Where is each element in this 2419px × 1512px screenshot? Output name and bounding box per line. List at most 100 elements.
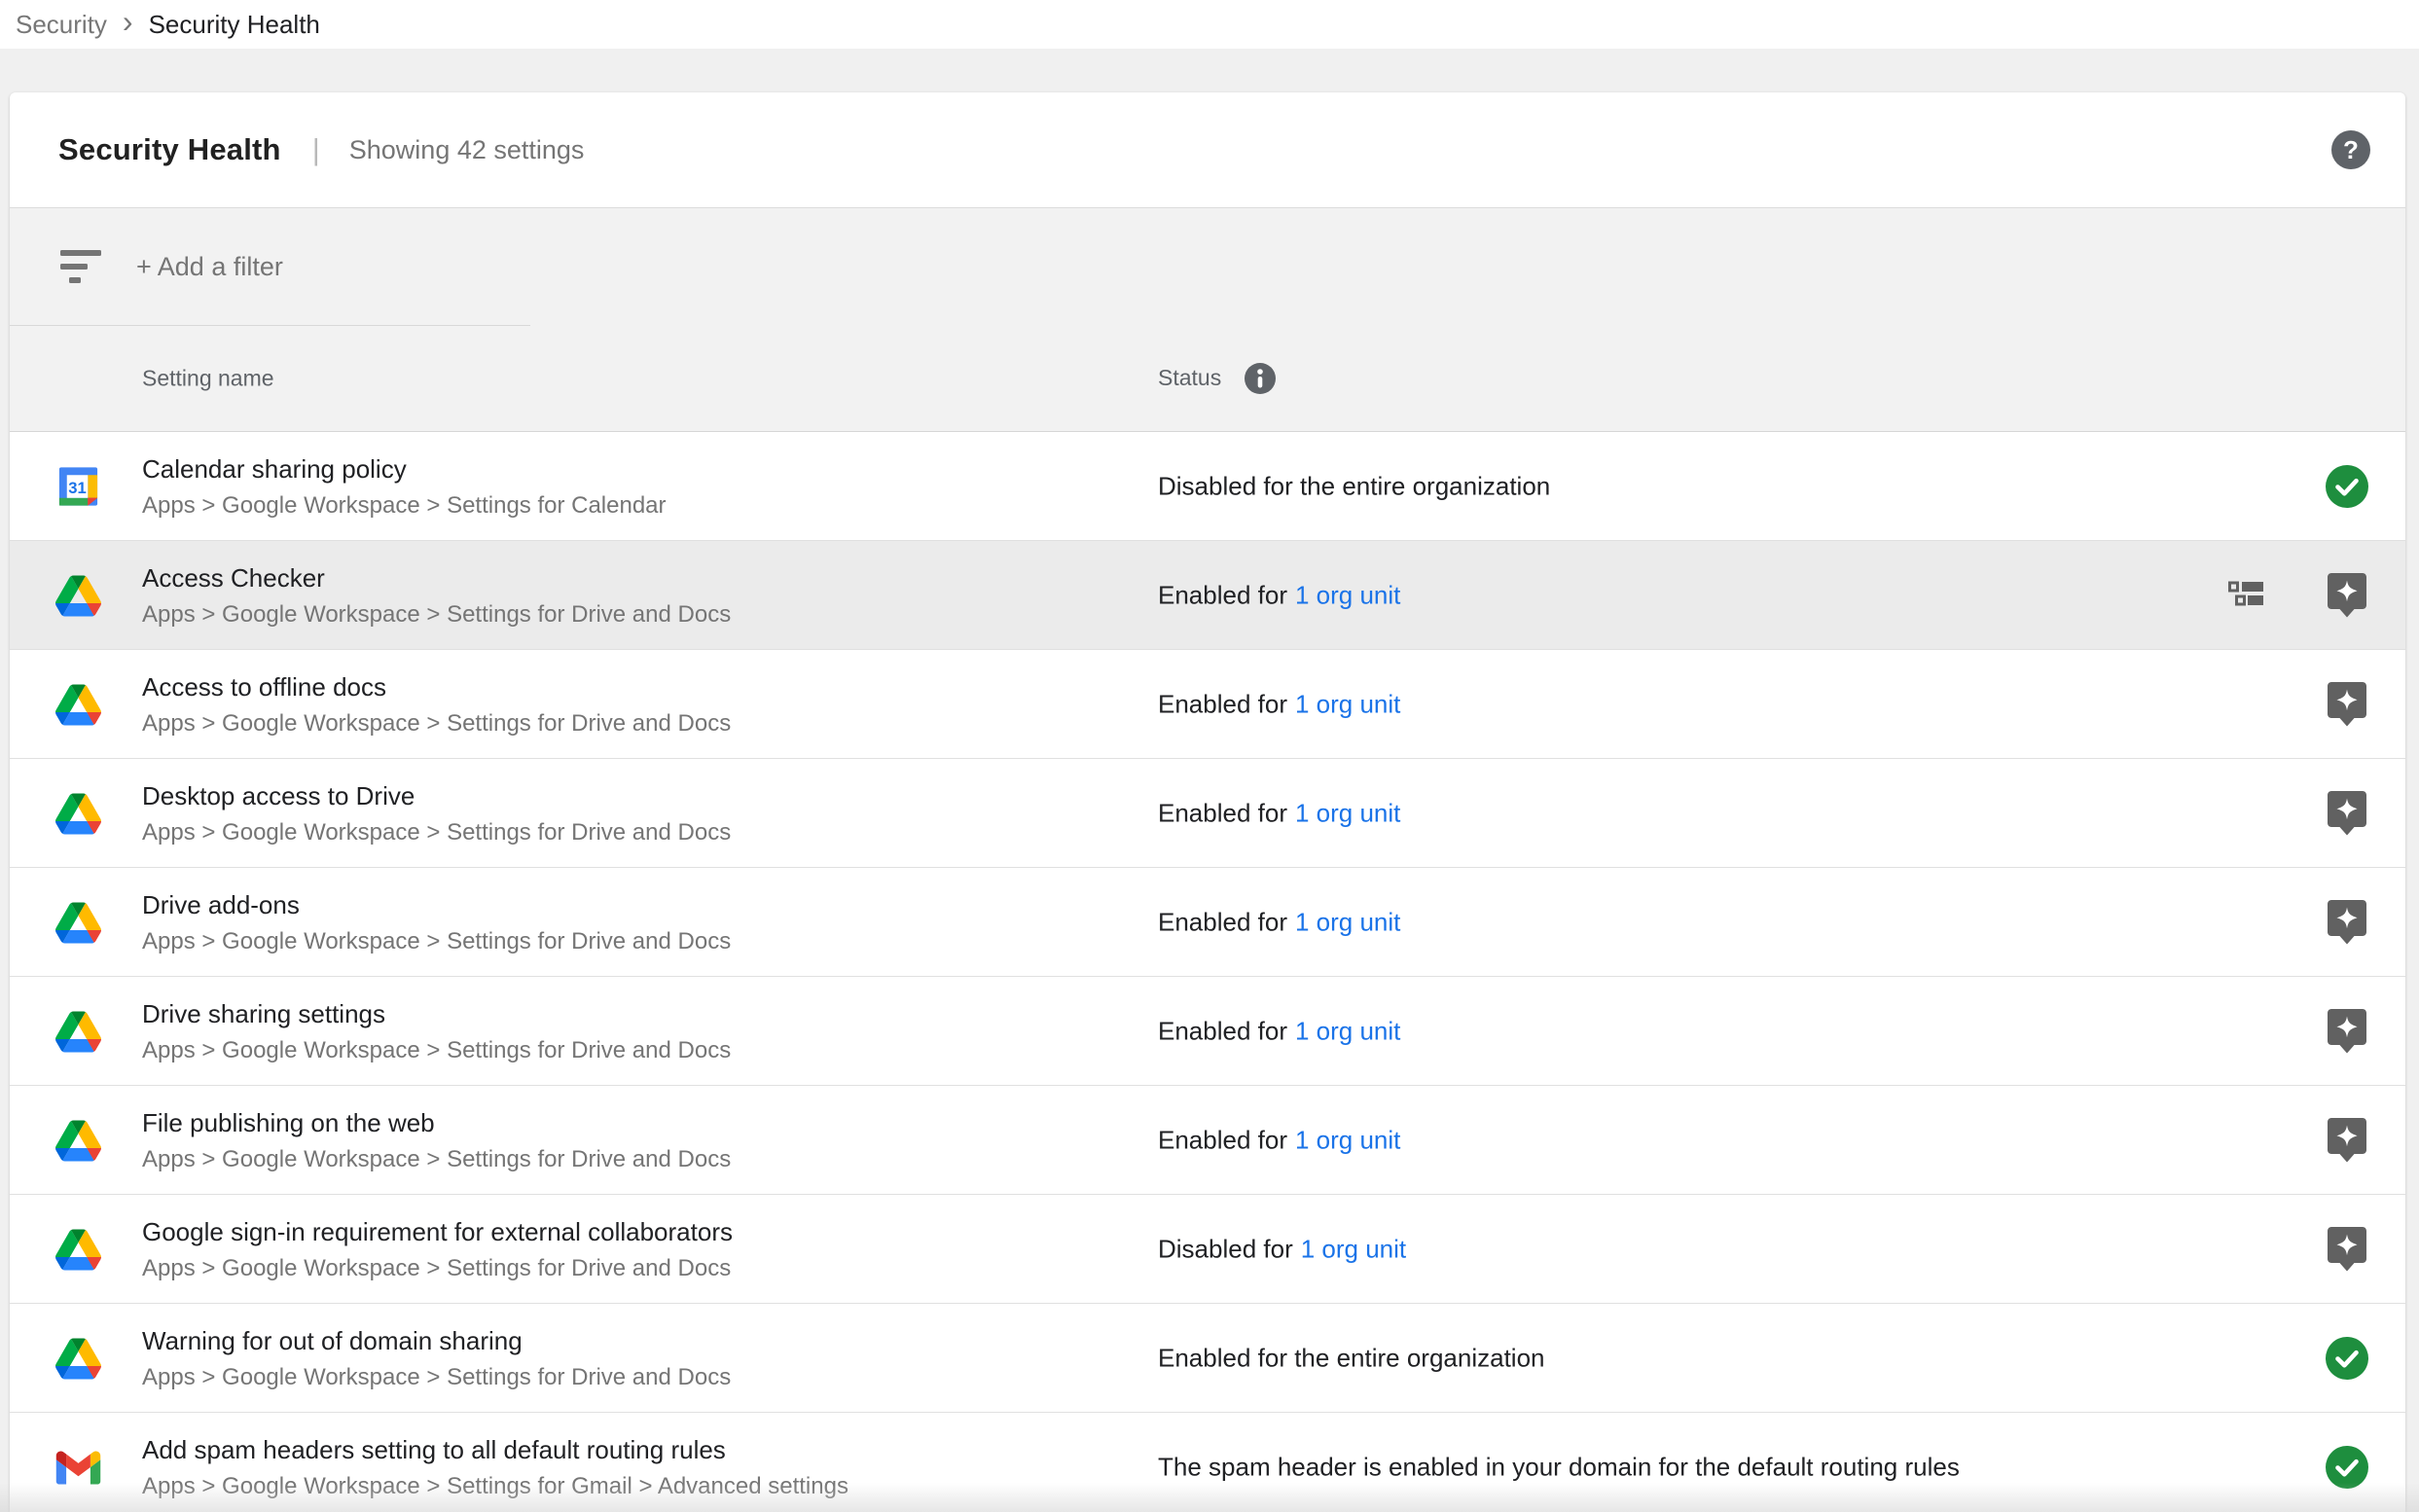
setting-status: Enabled for the entire organization xyxy=(1158,1343,1545,1373)
product-icon: 31 xyxy=(55,572,101,618)
check-circle-icon xyxy=(2326,1445,2368,1490)
drive-icon xyxy=(55,1338,101,1379)
setting-name: Access to offline docs xyxy=(142,671,731,702)
info-icon[interactable] xyxy=(1245,363,1276,394)
breadcrumb-parent-link[interactable]: Security xyxy=(16,10,107,40)
setting-text: Google sign-in requirement for external … xyxy=(142,1216,733,1282)
org-unit-link[interactable]: 1 org unit xyxy=(1301,1234,1406,1263)
title-separator: | xyxy=(312,132,320,167)
setting-path: Apps > Google Workspace > Settings for D… xyxy=(142,927,731,955)
setting-status: Enabled for 1 org unit xyxy=(1158,689,1400,719)
product-icon: 31 xyxy=(55,681,101,727)
breadcrumb-chevron-icon: › xyxy=(123,9,133,34)
setting-row[interactable]: 31 Drive add-ons Apps > Googl xyxy=(10,868,2405,977)
svg-text:31: 31 xyxy=(68,478,87,496)
add-filter-button[interactable]: + Add a filter xyxy=(136,252,283,282)
security-health-card: Security Health | Showing 42 settings ? … xyxy=(10,92,2405,1512)
status-text: Enabled for the entire organization xyxy=(1158,1343,1545,1372)
setting-status: Enabled for 1 org unit xyxy=(1158,907,1400,937)
setting-row[interactable]: 31 Access Checker Apps > Goog xyxy=(10,541,2405,650)
setting-text: Add spam headers setting to all default … xyxy=(142,1434,848,1500)
org-unit-link[interactable]: 1 org unit xyxy=(1295,907,1400,936)
setting-row[interactable]: 31 Desktop access to Drive Ap xyxy=(10,759,2405,868)
setting-path: Apps > Google Workspace > Settings for D… xyxy=(142,600,731,629)
filter-row: + Add a filter xyxy=(10,208,2405,325)
table-header: Setting name Status xyxy=(10,325,2405,431)
status-text: The spam header is enabled in your domai… xyxy=(1158,1452,1960,1481)
gmail-icon xyxy=(55,1450,101,1485)
status-text: Enabled for xyxy=(1158,1125,1287,1154)
setting-name: Add spam headers setting to all default … xyxy=(142,1434,848,1465)
product-icon: 31 xyxy=(55,463,101,509)
settings-count: Showing 42 settings xyxy=(349,135,585,165)
setting-status: Enabled for 1 org unit xyxy=(1158,1125,1400,1155)
setting-name: File publishing on the web xyxy=(142,1107,731,1138)
status-text: Enabled for xyxy=(1158,907,1287,936)
org-units-sublist-icon xyxy=(2228,580,2263,610)
product-icon: 31 xyxy=(55,899,101,945)
calendar-icon: 31 xyxy=(55,463,101,509)
drive-icon xyxy=(55,575,101,616)
filter-section: + Add a filter Setting name Status xyxy=(10,207,2405,432)
status-text: Enabled for xyxy=(1158,580,1287,609)
org-unit-link[interactable]: 1 org unit xyxy=(1295,798,1400,827)
setting-text: File publishing on the web Apps > Google… xyxy=(142,1107,731,1173)
breadcrumb-current: Security Health xyxy=(149,10,320,40)
setting-text: Access Checker Apps > Google Workspace >… xyxy=(142,562,731,629)
recommendation-badge-icon[interactable] xyxy=(2326,1118,2368,1163)
recommendation-badge-icon[interactable] xyxy=(2326,1227,2368,1272)
org-unit-link[interactable]: 1 org unit xyxy=(1295,689,1400,718)
column-header-status: Status xyxy=(1158,363,1276,394)
product-icon: 31 xyxy=(55,1335,101,1381)
setting-text: Access to offline docs Apps > Google Wor… xyxy=(142,671,731,738)
setting-status: Enabled for 1 org unit xyxy=(1158,580,1400,610)
setting-text: Warning for out of domain sharing Apps >… xyxy=(142,1325,731,1391)
setting-row[interactable]: 31 Google sign-in requirement for e xyxy=(10,1195,2405,1304)
status-text: Disabled for xyxy=(1158,1234,1293,1263)
status-text: Enabled for xyxy=(1158,689,1287,718)
setting-path: Apps > Google Workspace > Settings for C… xyxy=(142,491,667,520)
setting-status: Disabled for the entire organization xyxy=(1158,471,1550,501)
setting-row[interactable]: 31 Calendar sharing policy Ap xyxy=(10,432,2405,541)
drive-icon xyxy=(55,1229,101,1270)
setting-row[interactable]: 31 Warning for out of domain sharin xyxy=(10,1304,2405,1413)
setting-path: Apps > Google Workspace > Settings for D… xyxy=(142,1145,731,1173)
breadcrumb: Security › Security Health xyxy=(0,0,2419,49)
filter-icon[interactable] xyxy=(60,250,101,283)
org-unit-link[interactable]: 1 org unit xyxy=(1295,1125,1400,1154)
setting-name: Drive add-ons xyxy=(142,889,731,920)
drive-icon xyxy=(55,1011,101,1052)
setting-name: Desktop access to Drive xyxy=(142,780,731,811)
help-icon[interactable]: ? xyxy=(2331,130,2370,169)
status-text: Enabled for xyxy=(1158,798,1287,827)
setting-row[interactable]: 31 Access to offline docs App xyxy=(10,650,2405,759)
org-unit-link[interactable]: 1 org unit xyxy=(1295,580,1400,609)
setting-path: Apps > Google Workspace > Settings for D… xyxy=(142,818,731,846)
setting-name: Google sign-in requirement for external … xyxy=(142,1216,733,1247)
status-text: Enabled for xyxy=(1158,1016,1287,1045)
settings-list: 31 Calendar sharing policy Ap xyxy=(10,432,2405,1512)
org-unit-link[interactable]: 1 org unit xyxy=(1295,1016,1400,1045)
setting-status: The spam header is enabled in your domai… xyxy=(1158,1452,1960,1482)
recommendation-badge-icon[interactable] xyxy=(2326,900,2368,945)
recommendation-badge-icon[interactable] xyxy=(2326,1009,2368,1054)
check-circle-icon xyxy=(2326,1336,2368,1381)
status-text: Disabled for the entire organization xyxy=(1158,471,1550,500)
recommendation-badge-icon[interactable] xyxy=(2326,791,2368,836)
setting-row[interactable]: 31 Drive sharing settings App xyxy=(10,977,2405,1086)
drive-icon xyxy=(55,902,101,943)
product-icon: 31 xyxy=(55,1008,101,1054)
product-icon: 31 xyxy=(55,790,101,836)
setting-row[interactable]: 31 File publishing on the web xyxy=(10,1086,2405,1195)
recommendation-badge-icon[interactable] xyxy=(2326,682,2368,727)
setting-path: Apps > Google Workspace > Settings for G… xyxy=(142,1472,848,1500)
drive-icon xyxy=(55,1120,101,1161)
setting-path: Apps > Google Workspace > Settings for D… xyxy=(142,1036,731,1064)
recommendation-badge-icon[interactable] xyxy=(2326,573,2368,618)
page-title: Security Health xyxy=(58,132,281,167)
setting-row[interactable]: 31 Add spam headers setting to all xyxy=(10,1413,2405,1512)
setting-text: Drive add-ons Apps > Google Workspace > … xyxy=(142,889,731,955)
setting-path: Apps > Google Workspace > Settings for D… xyxy=(142,709,731,738)
setting-status: Enabled for 1 org unit xyxy=(1158,1016,1400,1046)
setting-name: Drive sharing settings xyxy=(142,998,731,1029)
